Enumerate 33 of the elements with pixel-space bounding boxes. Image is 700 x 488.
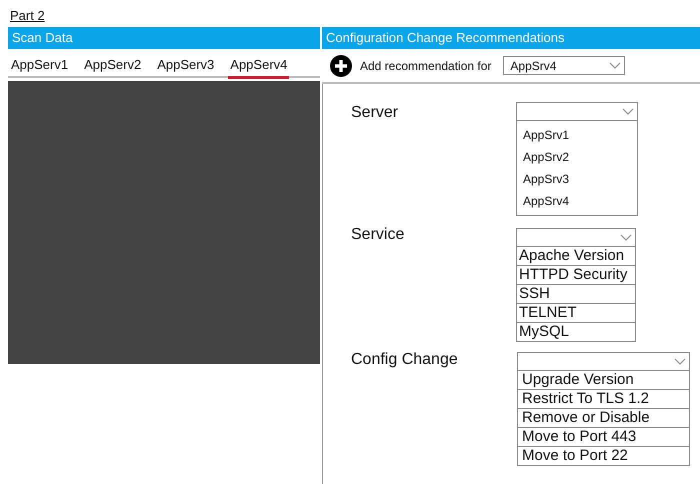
dropdown-option[interactable]: AppSrv3 xyxy=(523,168,637,190)
panel-header: Configuration Change Recommendations xyxy=(322,27,700,49)
dropdown-option[interactable]: AppSrv4 xyxy=(523,190,637,212)
dropdown-option[interactable]: Remove or Disable xyxy=(517,409,690,428)
field-label: Service xyxy=(350,226,406,245)
dropdown-option[interactable]: SSH xyxy=(516,285,636,304)
dropdown-option[interactable]: AppSrv1 xyxy=(523,124,637,146)
panel-header: Scan Data xyxy=(8,27,320,49)
field-label: Server xyxy=(350,103,400,123)
caret-icon xyxy=(674,358,686,366)
caret-icon xyxy=(620,234,632,242)
dropdown-option[interactable]: HTTPD Security xyxy=(516,266,636,285)
dropdown-field[interactable] xyxy=(516,102,638,121)
dropdown-option[interactable]: Restrict To TLS 1.2 xyxy=(517,390,690,409)
server-dropdown[interactable]: AppSrv4 xyxy=(503,56,626,75)
tab[interactable]: AppServ1 xyxy=(11,57,68,76)
dropdown-field[interactable] xyxy=(517,352,690,371)
tab[interactable]: AppServ3 xyxy=(157,57,214,76)
tab[interactable]: AppServ2 xyxy=(84,57,142,76)
dropdown-option[interactable]: Move to Port 443 xyxy=(517,428,690,447)
add-label: Add recommendation for xyxy=(360,58,492,72)
dropdown-option[interactable]: MySQL xyxy=(516,323,636,342)
add-icon[interactable] xyxy=(330,54,352,76)
field-label: Config Change xyxy=(350,351,459,370)
dropdown-field[interactable] xyxy=(516,228,636,247)
dropdown-option[interactable]: Apache Version xyxy=(516,247,636,266)
caret-icon xyxy=(609,62,622,70)
caret-icon xyxy=(622,108,634,116)
page-heading: Part 2 xyxy=(9,7,46,25)
dropdown-option[interactable]: Upgrade Version xyxy=(517,371,690,390)
dropdown-option[interactable]: TELNET xyxy=(516,304,636,323)
dropdown-option[interactable]: AppSrv2 xyxy=(523,146,637,168)
dropdown-option[interactable]: Move to Port 22 xyxy=(517,447,690,466)
